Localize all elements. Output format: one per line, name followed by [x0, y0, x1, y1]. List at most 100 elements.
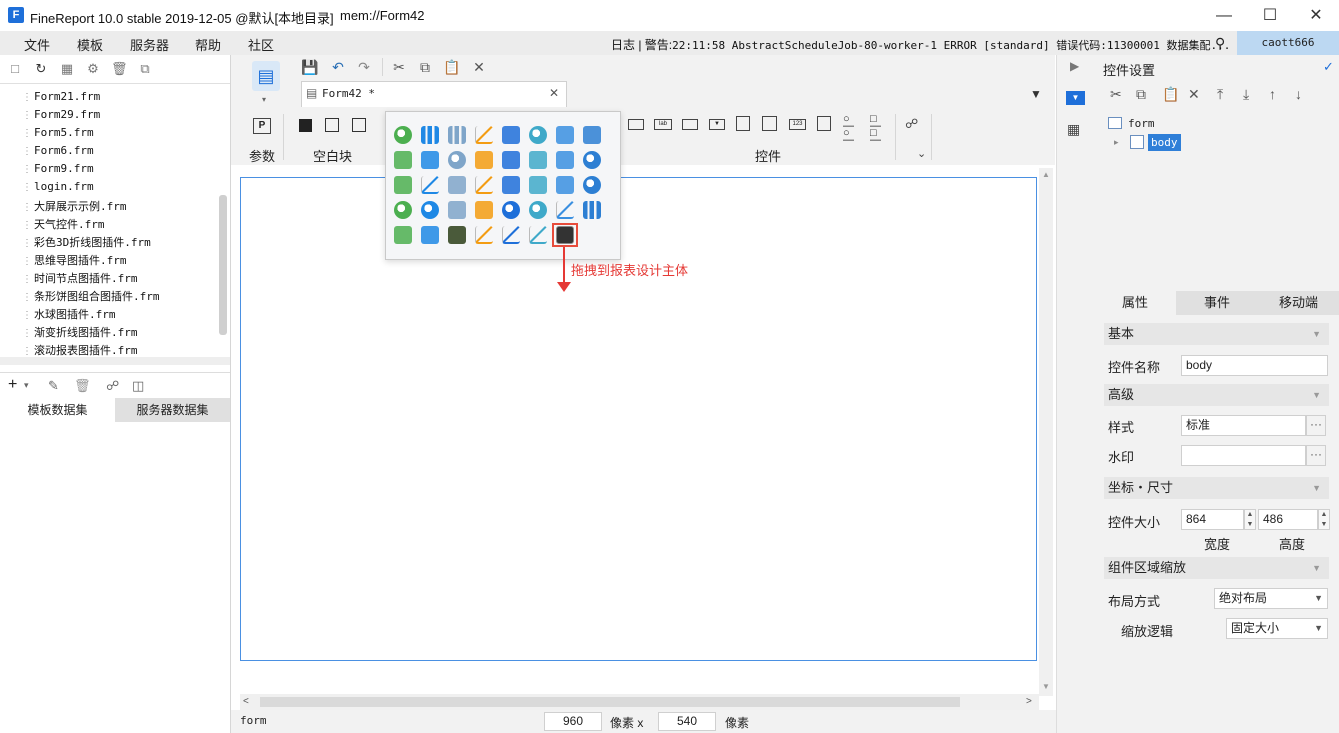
trend-icon[interactable]: [421, 176, 439, 194]
tree-node-form[interactable]: form: [1128, 117, 1155, 130]
undo-icon[interactable]: ↶: [329, 58, 347, 76]
watermark-input[interactable]: [1181, 445, 1306, 466]
heatmap-icon[interactable]: [556, 176, 574, 194]
new-folder-icon[interactable]: □: [7, 61, 23, 77]
label-icon[interactable]: lab: [654, 119, 672, 130]
width-stepper[interactable]: ▲ ▼: [1244, 509, 1256, 530]
tree-scrollbar[interactable]: [219, 195, 227, 335]
widget-name-input[interactable]: body: [1181, 355, 1328, 376]
delete-icon[interactable]: ✕: [1188, 86, 1200, 103]
file-item[interactable]: ⋮ 思维导图插件.frm: [22, 252, 127, 270]
table-chart-icon[interactable]: [394, 176, 412, 194]
button-icon[interactable]: [682, 119, 698, 130]
height-stepper[interactable]: ▲ ▼: [1318, 509, 1330, 530]
scroll-right-icon[interactable]: >: [1026, 696, 1032, 707]
component-library-icon[interactable]: ▦: [1067, 121, 1080, 138]
file-item[interactable]: ⋮ 水球图插件.frm: [22, 306, 116, 324]
tab-form42[interactable]: ▤ Form42 * ✕: [301, 81, 567, 107]
delete-icon[interactable]: ✕: [470, 58, 488, 76]
world-icon[interactable]: [583, 176, 601, 194]
scroll-up-icon[interactable]: ▲: [1042, 170, 1050, 179]
copy-icon[interactable]: ⧉: [1136, 86, 1146, 103]
chevron-down-icon[interactable]: ▾: [24, 380, 29, 391]
watermark-more-button[interactable]: ···: [1306, 445, 1326, 466]
menu-community[interactable]: 社区: [248, 35, 274, 54]
scroll-left-icon[interactable]: <: [243, 696, 249, 707]
liquid-icon[interactable]: [529, 201, 547, 219]
canvas-width-input[interactable]: 960: [544, 712, 602, 731]
world-alt-icon[interactable]: [394, 201, 412, 219]
file-item[interactable]: ⋮ 大屏展示示例.frm: [22, 198, 127, 216]
minimize-icon[interactable]: —: [1201, 0, 1247, 31]
maximize-icon[interactable]: ☐: [1247, 0, 1293, 31]
calendar-icon[interactable]: [762, 116, 777, 131]
file-item[interactable]: ⋮ Form5.frm: [22, 126, 94, 144]
widget-height-input[interactable]: 486: [1258, 509, 1318, 530]
menu-help[interactable]: 帮助: [195, 35, 221, 54]
gradient-line-icon[interactable]: [475, 226, 493, 244]
pin-icon[interactable]: ✓: [1323, 59, 1334, 75]
expand-icon[interactable]: ▶: [1070, 59, 1079, 73]
dataset-settings-icon[interactable]: ◫: [132, 378, 144, 394]
timeline-icon[interactable]: [556, 201, 574, 219]
chevron-down-icon[interactable]: ▾: [262, 95, 266, 104]
scroll-thumb[interactable]: [260, 697, 960, 707]
file-item[interactable]: ⋮ 彩色3D折线图插件.frm: [22, 234, 151, 252]
paste-icon[interactable]: 📋: [1162, 86, 1179, 103]
wave-icon[interactable]: [475, 176, 493, 194]
date-icon[interactable]: [736, 116, 750, 131]
text-chart-icon[interactable]: [475, 201, 493, 219]
file-item[interactable]: ⋮ 条形饼图组合图插件.frm: [22, 288, 160, 306]
horizontal-scrollbar[interactable]: < >: [240, 694, 1039, 710]
close-tab-icon[interactable]: ✕: [549, 86, 559, 100]
section-coords[interactable]: 坐标・尺寸 ▼: [1104, 477, 1329, 499]
tab-server-dataset[interactable]: 服务器数据集: [115, 398, 230, 422]
move-bottom-icon[interactable]: ⤓: [1243, 86, 1249, 103]
donut-icon[interactable]: [448, 151, 466, 169]
file-item[interactable]: ⋮ 滚动报表图插件.frm: [22, 342, 138, 358]
bubble-icon[interactable]: [394, 151, 412, 169]
line-chart-icon[interactable]: [475, 126, 493, 144]
add-dataset-icon[interactable]: +: [8, 376, 17, 394]
preview-icon[interactable]: ☍: [106, 378, 119, 394]
delete-icon[interactable]: 🗑: [111, 61, 128, 77]
combo-chart-icon[interactable]: [421, 151, 439, 169]
section-advanced[interactable]: 高级 ▼: [1104, 384, 1329, 406]
progress-ring-icon[interactable]: [502, 201, 520, 219]
checkbox-group-icon[interactable]: □— □—: [870, 114, 885, 146]
move-down-icon[interactable]: ↓: [1295, 86, 1302, 102]
file-item[interactable]: ⋮ 时间节点图插件.frm: [22, 270, 138, 288]
section-param[interactable]: 参数: [249, 146, 275, 165]
section-basic[interactable]: 基本 ▼: [1104, 323, 1329, 345]
copy-icon[interactable]: ⧉: [137, 61, 153, 77]
radar-icon[interactable]: [556, 126, 574, 144]
open-icon[interactable]: ▦: [59, 61, 75, 77]
textarea-icon[interactable]: [817, 116, 831, 131]
settings-icon[interactable]: ⚙: [85, 61, 101, 77]
file-item[interactable]: ⋮ login.frm: [22, 180, 94, 198]
doc-chart-icon[interactable]: [448, 201, 466, 219]
menu-file[interactable]: 文件: [24, 35, 50, 54]
scale-logic-select[interactable]: 固定大小 ▼: [1226, 618, 1328, 639]
section-scaling[interactable]: 组件区域缩放 ▼: [1104, 557, 1329, 579]
menu-template[interactable]: 模板: [77, 35, 103, 54]
query-icon[interactable]: ☍: [905, 116, 918, 132]
absolute-block-icon[interactable]: [299, 119, 312, 132]
tab-template-dataset[interactable]: 模板数据集: [0, 398, 115, 422]
globe-map-icon[interactable]: [583, 151, 601, 169]
bar-combo-icon[interactable]: [583, 201, 601, 219]
redo-icon[interactable]: ↷: [355, 58, 373, 76]
widget-width-input[interactable]: 864: [1181, 509, 1244, 530]
vertical-scrollbar[interactable]: ▲ ▼: [1039, 168, 1053, 696]
node-tree-icon[interactable]: [529, 176, 547, 194]
design-body[interactable]: [240, 177, 1037, 661]
grid-chart-icon[interactable]: [502, 176, 520, 194]
menu-server[interactable]: 服务器: [130, 35, 169, 54]
cloud-icon[interactable]: [421, 226, 439, 244]
cut-icon[interactable]: ✂: [390, 58, 408, 76]
paste-icon[interactable]: 📋: [443, 58, 461, 76]
save-icon[interactable]: 💾: [301, 58, 319, 76]
file-item[interactable]: ⋮ 天气控件.frm: [22, 216, 105, 234]
file-item[interactable]: ⋮ Form29.frm: [22, 108, 100, 126]
cut-icon[interactable]: ✂: [1110, 86, 1122, 103]
